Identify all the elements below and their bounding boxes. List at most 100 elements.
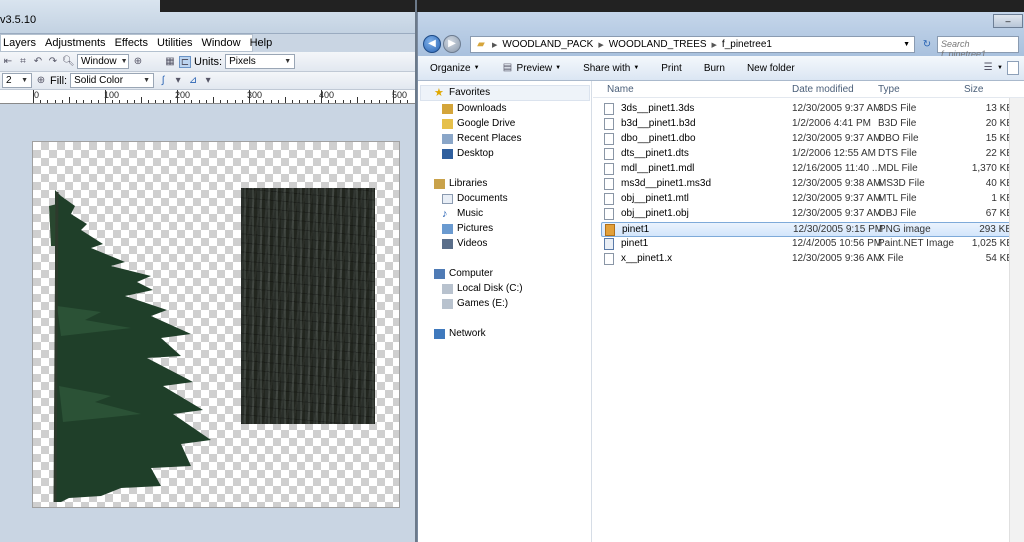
ruler-label: 0 [34,90,40,100]
breadcrumb-item[interactable]: WOODLAND_TREES [609,39,707,50]
grid-icon[interactable]: ▦ [164,56,176,68]
ruler-tick [47,100,49,103]
file-row[interactable]: 3ds__pinet1.3ds 12/30/2005 9:37 AM 3DS Fil… [601,102,1017,117]
column-type[interactable]: Type [878,84,900,95]
redo-icon[interactable]: ⇤ [2,56,14,68]
view-options-button[interactable]: ☰ ▼ [970,62,1007,74]
ruler-tick [148,100,150,103]
network-icon [434,328,445,339]
nav-local-disk[interactable]: Local Disk (C:) [442,283,523,294]
nav-videos[interactable]: Videos [442,238,487,249]
new-folder-button[interactable]: New folder [735,63,805,74]
nav-recent-places-label: Recent Places [457,133,522,144]
menu-adjustments[interactable]: Adjustments [43,37,113,49]
share-with-button[interactable]: Share with ▼ [571,63,649,74]
file-row[interactable]: ms3d__pinet1.ms3d 12/30/2005 9:38 AM MS3D … [601,177,1017,192]
refresh-icon[interactable]: ↻ [919,36,935,53]
nav-documents[interactable]: Documents [442,193,508,204]
file-row[interactable]: obj__pinet1.mtl 12/30/2005 9:37 AM MTL Fil… [601,192,1017,207]
chevron-down-icon[interactable]: ▾ [172,75,184,87]
fill-label: Fill: [50,74,68,87]
zoom-select[interactable]: Window ▼ [77,54,129,69]
zoom-icon[interactable]: 🔍︎ [62,56,75,68]
ruler-tick [270,100,272,103]
chevron-down-icon[interactable]: ▾ [202,75,214,87]
file-row[interactable]: pinet1 12/4/2005 10:56 PM Paint.NET Image 1… [601,237,1017,252]
back-button[interactable]: ◀ [423,35,441,53]
menu-layers[interactable]: Layers [1,37,43,49]
chevron-right-icon: ▶ [492,41,498,49]
nav-pictures[interactable]: Pictures [442,223,493,234]
redo-arrow-icon[interactable]: ↷ [47,56,59,68]
pictures-icon [442,223,453,234]
nav-games-drive[interactable]: Games (E:) [442,298,508,309]
file-row[interactable]: dbo__pinet1.dbo 12/30/2005 9:37 AM DBO Fil… [601,132,1017,147]
pine-branch-image [49,190,211,503]
file-row[interactable]: mdl__pinet1.mdl 12/16/2005 11:40 ... MDL F… [601,162,1017,177]
preview-icon: ▤ [502,62,513,73]
nav-libraries[interactable]: Libraries [434,178,487,189]
star-icon: ★ [434,86,444,99]
file-list: Name Date modified Type Size 3ds__pinet1… [593,81,1024,542]
nav-favorites[interactable]: ★ Favorites [434,87,490,98]
ruler-tick [371,100,373,103]
nav-recent-places[interactable]: Recent Places [442,133,521,144]
organize-button[interactable]: Organize ▼ [418,63,490,74]
nav-music[interactable]: ♪ Music [442,208,483,219]
column-size[interactable]: Size [964,84,983,95]
chevron-down-icon: ▼ [21,77,28,84]
nav-network[interactable]: Network [434,328,486,339]
column-name[interactable]: Name [607,84,634,95]
rulers-icon[interactable]: ⊏ [179,55,191,68]
nav-local-disk-label: Local Disk (C:) [457,283,523,294]
chevron-right-icon: ▶ [711,41,717,49]
crop-icon[interactable]: ⌗ [17,56,29,68]
preview-pane-icon[interactable] [1007,61,1019,75]
units-select[interactable]: Pixels ▼ [225,54,296,69]
burn-button[interactable]: Burn [692,63,735,74]
file-icon [604,118,614,130]
forward-button[interactable]: ▶ [443,35,461,53]
menu-help[interactable]: Help [248,37,280,49]
curve-icon[interactable]: ∫ [157,75,169,87]
nav-google-drive[interactable]: Google Drive [442,118,515,129]
file-type: B3D File [878,118,917,129]
nav-downloads[interactable]: Downloads [442,103,506,114]
ruler-tick [155,100,157,103]
breadcrumb-item[interactable]: f_pinetree1 [722,39,772,50]
antialias-icon[interactable]: ⊿ [187,75,199,87]
minimize-button[interactable]: – [993,14,1023,28]
file-name: pinet1 [621,238,649,249]
zoom-in-icon[interactable]: ⊕ [132,56,144,68]
image-canvas[interactable] [32,141,400,508]
fill-select[interactable]: Solid Color ▼ [70,73,155,88]
add-icon[interactable]: ⊕ [35,75,47,87]
file-row[interactable]: b3d__pinet1.b3d 1/2/2006 4:41 PM B3D File 2… [601,117,1017,132]
nav-computer[interactable]: Computer [434,268,493,279]
menu-window[interactable]: Window [199,37,247,49]
file-row[interactable]: x__pinet1.x 12/30/2005 9:36 AM X File 54 KB [601,252,1017,267]
ruler-tick [256,100,258,103]
ruler-tick [61,100,63,103]
file-row-selected[interactable]: pinet1 12/30/2005 9:15 PM PNG image 293 KB [601,222,1017,237]
menu-effects[interactable]: Effects [113,37,155,49]
search-input[interactable]: Search f_pinetree1 [937,36,1019,59]
file-type: X File [878,253,904,264]
nav-desktop[interactable]: Desktop [442,148,494,159]
address-bar[interactable]: ▰ ▶ WOODLAND_PACK ▶ WOODLAND_TREES ▶ f_p… [470,36,915,53]
brush-width-select[interactable]: 2 ▼ [2,73,32,88]
print-button[interactable]: Print [649,63,692,74]
chevron-down-icon[interactable]: ▼ [903,41,910,48]
menu-utilities[interactable]: Utilities [155,37,199,49]
undo-icon[interactable]: ↶ [32,56,44,68]
file-row[interactable]: obj__pinet1.obj 12/30/2005 9:37 AM OBJ Fil… [601,207,1017,222]
ruler-tick [220,100,222,103]
file-icon [604,253,614,265]
ruler-tick [33,90,34,103]
column-date-modified[interactable]: Date modified [792,84,854,95]
breadcrumb-item[interactable]: WOODLAND_PACK [502,39,593,50]
preview-button[interactable]: ▤ Preview ▼ [490,62,572,74]
paintnet-tool-options: 2 ▼ ⊕ Fill: Solid Color ▼ ∫ ▾ ⊿ ▾ [0,72,415,90]
file-row[interactable]: dts__pinet1.dts 1/2/2006 12:55 AM DTS File… [601,147,1017,162]
vertical-scrollbar[interactable] [1009,98,1024,542]
